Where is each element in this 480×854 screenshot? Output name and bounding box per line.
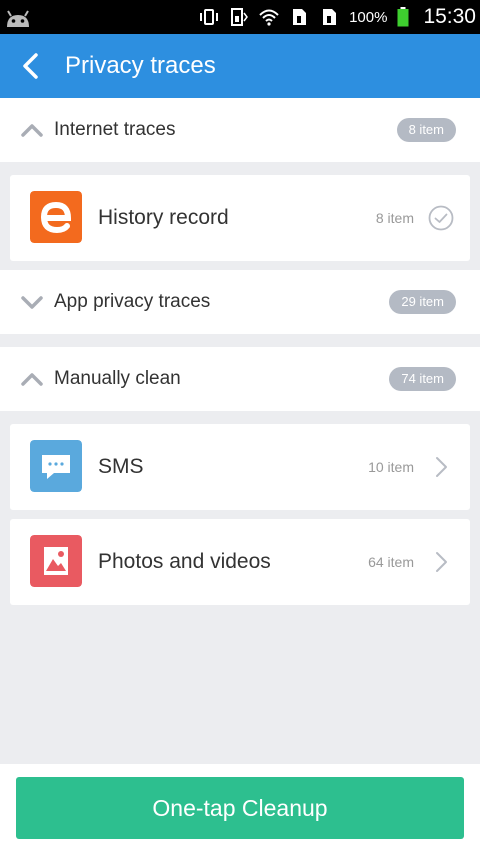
- battery-percentage: 100%: [349, 8, 388, 26]
- item-count: 8 item: [375, 210, 414, 226]
- page-title: Privacy traces: [65, 52, 216, 79]
- battery-icon: [397, 7, 409, 27]
- item-name: SMS: [98, 455, 144, 478]
- check-circle-icon[interactable]: [428, 205, 454, 231]
- section-label: App privacy traces: [54, 291, 211, 312]
- message-bubble-icon: [30, 440, 82, 492]
- chevron-right-icon[interactable]: [428, 454, 454, 480]
- bottom-bar: One-tap Cleanup: [0, 764, 480, 854]
- count-badge: 8 item: [396, 118, 456, 142]
- chevron-up-icon: [21, 124, 43, 137]
- browser-e-icon: [30, 191, 82, 243]
- chevron-right-icon[interactable]: [428, 549, 454, 575]
- list-item-photos-and-videos[interactable]: Photos and videos 64 item: [10, 519, 470, 605]
- one-tap-cleanup-button[interactable]: One-tap Cleanup: [16, 777, 464, 839]
- section-label: Internet traces: [54, 119, 176, 140]
- section-app-privacy-traces[interactable]: App privacy traces 29 item: [0, 270, 480, 334]
- sim-card-icon: [293, 9, 307, 25]
- status-bar: 100% 15:30: [0, 0, 480, 34]
- back-arrow-icon[interactable]: [18, 52, 46, 80]
- count-badge: 29 item: [389, 290, 456, 314]
- wifi-icon: [259, 9, 279, 26]
- section-label: Manually clean: [54, 368, 181, 389]
- clock: 15:30: [423, 5, 476, 28]
- item-count: 64 item: [368, 554, 414, 570]
- chevron-down-icon: [21, 296, 43, 309]
- sim-card-icon: [323, 9, 337, 25]
- sim-data-icon: [231, 8, 248, 26]
- section-manually-clean[interactable]: Manually clean 74 item: [0, 347, 480, 411]
- chevron-up-icon: [21, 373, 43, 386]
- vibrate-icon: [200, 9, 219, 25]
- list-item-sms[interactable]: SMS 10 item: [10, 424, 470, 510]
- list-item-history-record[interactable]: History record 8 item: [10, 175, 470, 261]
- app-bar: Privacy traces: [0, 34, 480, 98]
- item-name: History record: [98, 206, 229, 229]
- count-badge: 74 item: [389, 367, 456, 391]
- item-name: Photos and videos: [98, 550, 271, 573]
- item-count: 10 item: [368, 459, 414, 475]
- photo-icon: [30, 535, 82, 587]
- section-internet-traces[interactable]: Internet traces 8 item: [0, 98, 480, 162]
- android-icon: [7, 10, 29, 27]
